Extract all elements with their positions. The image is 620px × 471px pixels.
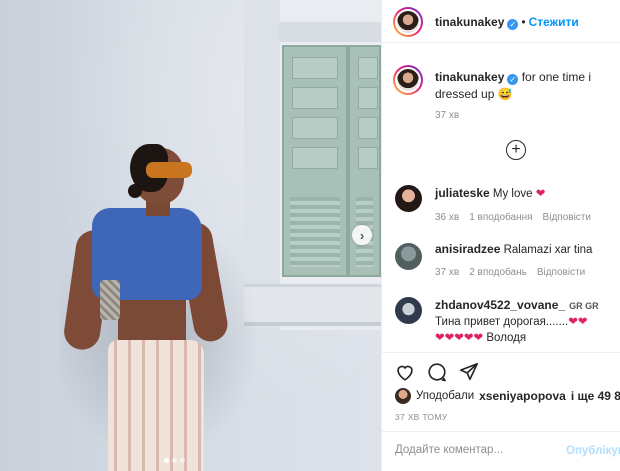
comment-composer: Опублікув: [382, 431, 620, 471]
verified-badge-icon: ✓: [507, 19, 519, 30]
caption-avatar[interactable]: [393, 65, 423, 95]
comment-likes[interactable]: 1 вподобання: [469, 212, 532, 223]
comment-meta: 37 хв 2 вподобань Відповісти: [435, 267, 585, 278]
shutter-pane: [358, 87, 378, 109]
heart-icon[interactable]: [394, 361, 416, 383]
commenter-avatar[interactable]: [395, 185, 422, 212]
window-shutter-left: [282, 45, 348, 277]
comment-text: Тина привет дорогая.......: [435, 316, 569, 328]
comment-text-signature: Володя: [486, 332, 527, 344]
likes-count[interactable]: і ще 49 846: [571, 389, 620, 403]
carousel-dot: [172, 458, 177, 463]
likes-prefix: Уподобали: [416, 390, 475, 402]
person-skirt: [108, 340, 204, 471]
post-side-panel: tinakunakey ✓ • Стежити tinakunakey ✓ for on…: [381, 0, 620, 471]
shutter-pane: [292, 147, 338, 169]
liker-avatar[interactable]: [395, 388, 411, 404]
post-actions: [382, 352, 620, 388]
comment-time: 37 хв: [435, 267, 460, 278]
caption-text: tinakunakey ✓ for one time i dressed up 😅: [435, 69, 617, 103]
shutter-pane: [292, 117, 338, 139]
likes-summary: Уподобали xseniyapopova і ще 49 846: [395, 388, 620, 404]
person-hair-bun: [128, 184, 142, 198]
shutter-pane: [292, 57, 338, 79]
comment-text: My love: [492, 188, 533, 200]
heart-emoji: ❤❤: [568, 316, 588, 328]
commenter-avatar[interactable]: [395, 297, 422, 324]
post-header: tinakunakey ✓ • Стежити: [382, 0, 620, 43]
post-time-ago: 37 ХВ ТОМУ: [395, 412, 448, 422]
author-username[interactable]: tinakunakey: [435, 15, 504, 29]
comment-text: Ralamazi xar tina: [503, 244, 593, 256]
caption-username[interactable]: tinakunakey: [435, 70, 504, 84]
chevron-right-icon[interactable]: ›: [352, 225, 372, 245]
comment-body: zhdanov4522_vovane_ GR GR Тина привет дор…: [435, 297, 615, 346]
heart-emoji: ❤: [535, 188, 546, 200]
comment-meta: 36 хв 1 вподобання Відповісти: [435, 212, 591, 223]
author-avatar[interactable]: [393, 7, 423, 37]
reply-link[interactable]: Відповісти: [543, 212, 591, 223]
shutter-pane: [358, 147, 378, 169]
carousel-dot: [180, 458, 185, 463]
separator-dot: •: [521, 15, 526, 29]
follow-button[interactable]: Стежити: [529, 15, 579, 29]
verified-badge-icon: ✓: [507, 74, 519, 85]
carousel-dots: [164, 458, 185, 463]
shutter-pane: [358, 57, 378, 79]
liker-username[interactable]: xseniyapopova: [479, 389, 566, 403]
comment-username[interactable]: anisiradzee: [435, 242, 500, 256]
post-comment-button[interactable]: Опублікув: [566, 445, 620, 457]
plus-circle-icon[interactable]: +: [506, 140, 526, 160]
comment-body: juliateske My love ❤: [435, 185, 615, 202]
heart-emoji-row: ❤❤❤❤❤: [435, 332, 484, 344]
carousel-dot-active: [164, 458, 169, 463]
shutter-pane: [292, 87, 338, 109]
comment-username[interactable]: zhdanov4522_vovane_: [435, 298, 565, 312]
person-sunglasses: [146, 162, 192, 178]
shutter-pane: [358, 117, 378, 139]
comment-likes[interactable]: 2 вподобань: [469, 267, 527, 278]
comment-username[interactable]: juliateske: [435, 186, 490, 200]
shutter-slats: [290, 197, 340, 267]
post-photo[interactable]: ›: [0, 0, 381, 471]
person-bag: [100, 280, 120, 320]
caption-time: 37 хв: [435, 110, 460, 121]
comment-time: 36 хв: [435, 212, 460, 223]
reply-link[interactable]: Відповісти: [537, 267, 585, 278]
comment-bubble-icon[interactable]: [426, 361, 448, 383]
window-lintel: [278, 22, 381, 42]
commenter-avatar[interactable]: [395, 243, 422, 270]
comment-body: anisiradzee Ralamazi xar tina: [435, 241, 615, 258]
paper-plane-icon[interactable]: [458, 361, 480, 383]
header-title-row: tinakunakey ✓ • Стежити: [435, 15, 579, 30]
user-tag: GR GR: [569, 301, 599, 311]
comment-input[interactable]: [395, 444, 545, 456]
